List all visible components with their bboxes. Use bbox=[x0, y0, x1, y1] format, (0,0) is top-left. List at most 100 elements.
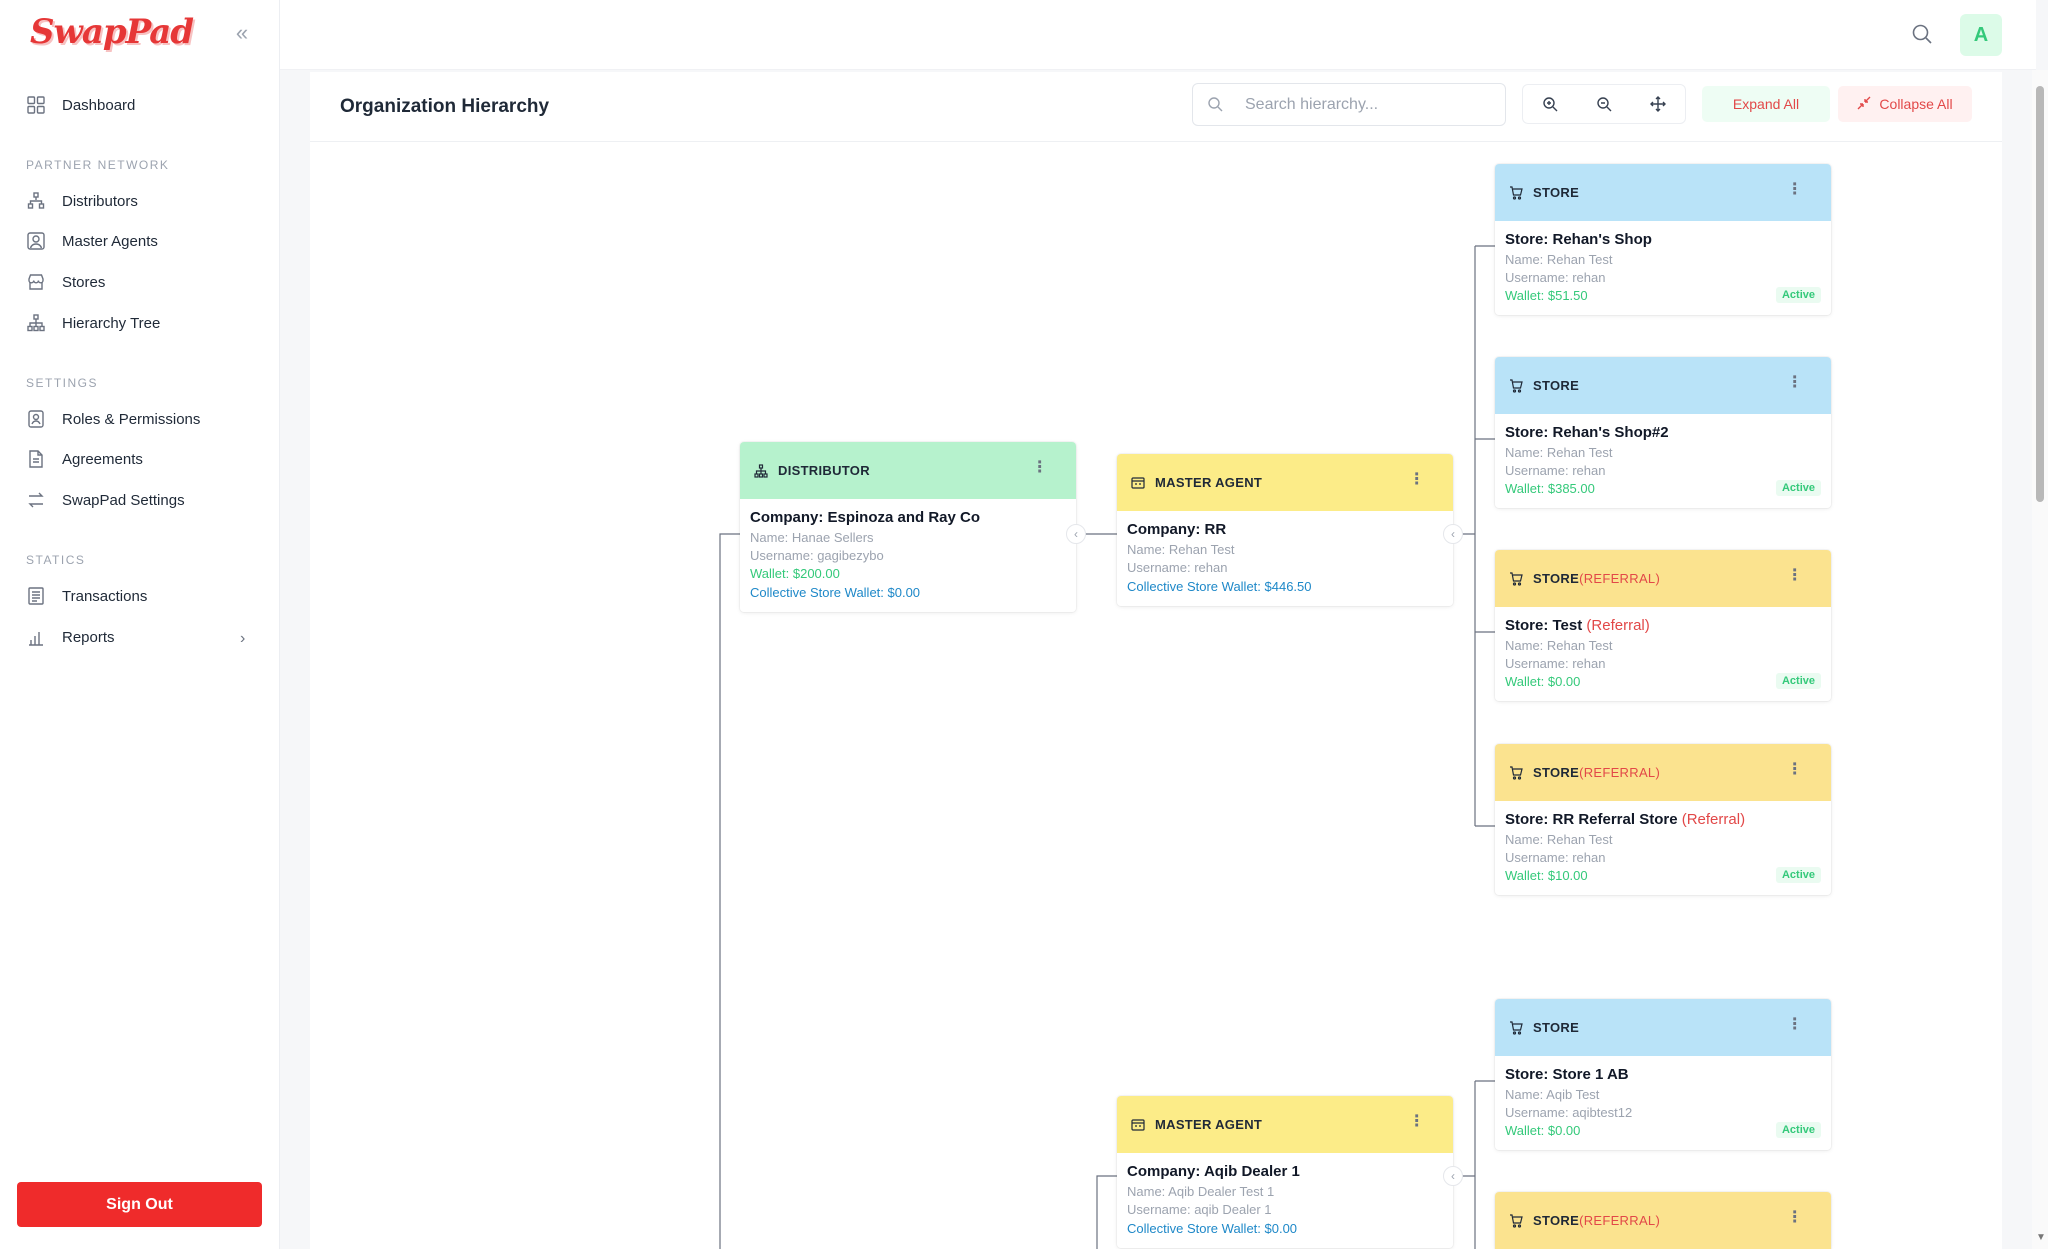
ledger-icon bbox=[26, 586, 46, 606]
store-node[interactable]: STORE ⋮ Store: Rehan's Shop Name: Rehan … bbox=[1495, 164, 1831, 315]
node-title: Company: RR bbox=[1127, 521, 1227, 538]
node-type: STORE bbox=[1533, 765, 1580, 780]
node-name: Name: Rehan Test bbox=[1505, 832, 1613, 847]
node-body: Company: Aqib Dealer 1 Name: Aqib Dealer… bbox=[1117, 1153, 1453, 1248]
avatar[interactable]: A bbox=[1960, 14, 2002, 56]
user-badge-icon bbox=[26, 231, 46, 251]
sidebar-item-agreements[interactable]: Agreements bbox=[26, 444, 143, 474]
swap-arrows-icon bbox=[26, 490, 46, 510]
topbar bbox=[280, 0, 2036, 70]
node-header: MASTER AGENT ⋮ bbox=[1117, 1096, 1453, 1153]
store-referral-node[interactable]: STORE (REFERRAL) ⋮ Store: Test (Referral)… bbox=[1495, 550, 1831, 701]
node-body: Store: Rehan's Shop Name: Rehan Test Use… bbox=[1495, 221, 1831, 315]
node-type: STORE bbox=[1533, 378, 1580, 393]
master-agent-node[interactable]: MASTER AGENT ⋮ Company: RR Name: Rehan T… bbox=[1117, 454, 1453, 606]
sidebar-item-distributors[interactable]: Distributors bbox=[26, 186, 138, 216]
node-type: MASTER AGENT bbox=[1155, 1117, 1263, 1132]
sidebar-item-dashboard[interactable]: Dashboard bbox=[26, 90, 135, 120]
search-input[interactable] bbox=[1245, 93, 1495, 117]
referral-label: (Referral) bbox=[1586, 617, 1650, 634]
kebab-menu-icon[interactable]: ⋮ bbox=[1409, 472, 1425, 488]
node-body: Company: Espinoza and Ray Co Name: Hanae… bbox=[740, 499, 1076, 612]
kebab-menu-icon[interactable]: ⋮ bbox=[1409, 1114, 1425, 1130]
status-badge: Active bbox=[1775, 673, 1821, 689]
node-username: Username: rehan bbox=[1505, 850, 1606, 865]
node-header: STORE ⋮ bbox=[1495, 357, 1831, 414]
collapse-toggle-icon[interactable]: ‹ bbox=[1443, 524, 1463, 544]
node-type: DISTRIBUTOR bbox=[778, 463, 870, 478]
kebab-menu-icon[interactable]: ⋮ bbox=[1787, 762, 1803, 778]
sidebar-item-master-agents[interactable]: Master Agents bbox=[26, 226, 158, 256]
network-icon bbox=[754, 463, 770, 479]
store-referral-node[interactable]: STORE (REFERRAL) ⋮ bbox=[1495, 1192, 1831, 1249]
node-header: MASTER AGENT ⋮ bbox=[1117, 454, 1453, 511]
store-icon bbox=[26, 272, 46, 292]
sidebar-item-reports[interactable]: Reports bbox=[26, 622, 115, 652]
collapse-sidebar-icon[interactable]: « bbox=[230, 22, 254, 46]
node-username: Username: aqib Dealer 1 bbox=[1127, 1202, 1272, 1217]
node-type: STORE bbox=[1533, 1213, 1580, 1228]
zoom-out-icon[interactable] bbox=[1577, 85, 1631, 123]
node-header: DISTRIBUTOR ⋮ bbox=[740, 442, 1076, 499]
sidebar-item-swappad-settings[interactable]: SwapPad Settings bbox=[26, 485, 185, 515]
chevron-right-icon[interactable]: › bbox=[240, 630, 245, 648]
cart-icon bbox=[1509, 1213, 1525, 1229]
expand-all-button[interactable]: Expand All bbox=[1702, 86, 1830, 122]
search-icon bbox=[1207, 96, 1223, 117]
bar-chart-icon bbox=[26, 627, 46, 647]
distributor-node[interactable]: DISTRIBUTOR ⋮ Company: Espinoza and Ray … bbox=[740, 442, 1076, 612]
node-title: Store: Test (Referral) bbox=[1505, 617, 1821, 634]
store-node[interactable]: STORE ⋮ Store: Rehan's Shop#2 Name: Reha… bbox=[1495, 357, 1831, 508]
node-name: Name: Hanae Sellers bbox=[750, 530, 874, 545]
sign-out-button[interactable]: Sign Out bbox=[17, 1182, 262, 1227]
kebab-menu-icon[interactable]: ⋮ bbox=[1787, 1017, 1803, 1033]
kebab-menu-icon[interactable]: ⋮ bbox=[1032, 460, 1048, 476]
node-body: Company: RR Name: Rehan Test Username: r… bbox=[1117, 511, 1453, 606]
sidebar-item-hierarchy-tree[interactable]: Hierarchy Tree bbox=[26, 308, 160, 338]
kebab-menu-icon[interactable]: ⋮ bbox=[1787, 182, 1803, 198]
node-header: STORE ⋮ bbox=[1495, 164, 1831, 221]
hierarchy-search[interactable] bbox=[1192, 83, 1506, 126]
node-wallet: Wallet: $200.00 bbox=[750, 566, 840, 581]
node-body: Store: Test (Referral) Name: Rehan Test … bbox=[1495, 607, 1831, 701]
swappad-logo[interactable]: SwapPad bbox=[30, 10, 194, 60]
kebab-menu-icon[interactable]: ⋮ bbox=[1787, 1210, 1803, 1226]
sidebar-item-label: Dashboard bbox=[62, 96, 136, 114]
node-title-text: Store: Test bbox=[1505, 617, 1583, 634]
sidebar-item-label: SwapPad Settings bbox=[62, 491, 185, 509]
node-name: Name: Rehan Test bbox=[1505, 445, 1613, 460]
node-type: STORE bbox=[1533, 185, 1580, 200]
scroll-down-icon[interactable]: ▼ bbox=[2036, 1232, 2046, 1243]
collapse-all-button[interactable]: Collapse All bbox=[1838, 86, 1972, 122]
collapse-toggle-icon[interactable]: ‹ bbox=[1066, 524, 1086, 544]
bank-icon bbox=[1131, 475, 1147, 491]
collapse-toggle-icon[interactable]: ‹ bbox=[1443, 1166, 1463, 1186]
node-username: Username: rehan bbox=[1505, 656, 1606, 671]
kebab-menu-icon[interactable]: ⋮ bbox=[1787, 568, 1803, 584]
zoom-in-icon[interactable] bbox=[1523, 85, 1577, 123]
sidebar-item-stores[interactable]: Stores bbox=[26, 267, 105, 297]
logo-text: SwapPad bbox=[30, 12, 194, 52]
store-node[interactable]: STORE ⋮ Store: Store 1 AB Name: Aqib Tes… bbox=[1495, 999, 1831, 1150]
sidebar-item-transactions[interactable]: Transactions bbox=[26, 581, 147, 611]
node-username: Username: rehan bbox=[1505, 463, 1606, 478]
node-type: STORE bbox=[1533, 1020, 1580, 1035]
section-statics: STATICS bbox=[26, 553, 86, 567]
node-header: STORE ⋮ bbox=[1495, 999, 1831, 1056]
center-view-icon[interactable] bbox=[1631, 85, 1685, 123]
sidebar-item-label: Agreements bbox=[62, 450, 143, 468]
master-agent-node[interactable]: MASTER AGENT ⋮ Company: Aqib Dealer 1 Na… bbox=[1117, 1096, 1453, 1248]
kebab-menu-icon[interactable]: ⋮ bbox=[1787, 375, 1803, 391]
scrollbar-thumb[interactable] bbox=[2036, 86, 2044, 502]
node-title: Company: Aqib Dealer 1 bbox=[1127, 1163, 1300, 1180]
search-icon[interactable] bbox=[1910, 22, 1936, 48]
node-name: Name: Rehan Test bbox=[1505, 638, 1613, 653]
node-type: STORE bbox=[1533, 571, 1580, 586]
sidebar-item-roles[interactable]: Roles & Permissions bbox=[26, 404, 200, 434]
store-referral-node[interactable]: STORE (REFERRAL) ⋮ Store: RR Referral Sto… bbox=[1495, 744, 1831, 895]
node-wallet: Wallet: $385.00 bbox=[1505, 481, 1595, 496]
node-header: STORE (REFERRAL) ⋮ bbox=[1495, 1192, 1831, 1249]
status-badge: Active bbox=[1775, 287, 1821, 303]
sidebar: SwapPad « Dashboard PARTNER NETWORK Dist… bbox=[0, 0, 280, 1249]
node-collective-wallet: Collective Store Wallet: $0.00 bbox=[1127, 1221, 1298, 1236]
